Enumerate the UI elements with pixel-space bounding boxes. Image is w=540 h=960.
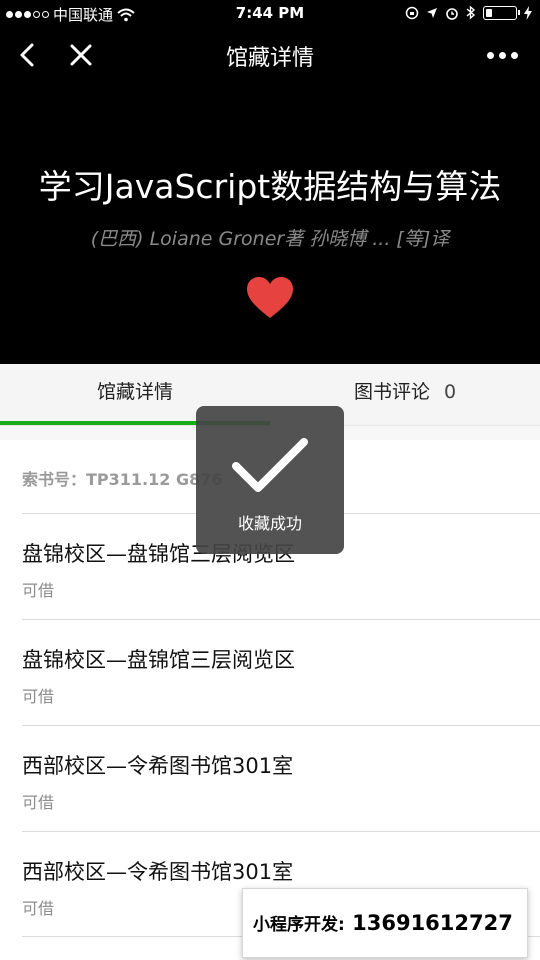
promo-text: 小程序开发: 13691612727 [253,910,513,935]
reviews-count: 0 [443,381,457,403]
checkmark-icon [232,438,308,492]
location-icon [427,7,437,18]
holding-status: 可借 [22,793,55,812]
holding-status: 可借 [22,899,55,918]
success-toast: 收藏成功 [196,406,344,554]
book-authors: (巴西) Loiane Groner著 孙晓博 ... [等]译 [90,228,450,250]
promo-banner: 小程序开发: 13691612727 [242,888,528,958]
promo-label: 小程序开发: [253,915,345,935]
divider [22,725,540,726]
heart-icon[interactable] [246,276,294,320]
tab-reviews-label: 图书评论 [353,381,430,403]
bluetooth-icon [466,5,476,20]
holding-location: 西部校区—令希图书馆301室 [22,754,294,778]
call-number-label: 索书号： [22,470,87,489]
tab-holdings-label: 馆藏详情 [96,381,173,403]
more-icon[interactable] [487,52,518,59]
divider [22,619,540,620]
call-number: 索书号：TP311.12 G876 [22,466,223,490]
battery-icon [483,5,520,20]
orientation-lock-icon [405,6,419,19]
holding-status: 可借 [22,687,55,706]
promo-phone: 13691612727 [352,911,513,935]
toast-message: 收藏成功 [237,514,302,533]
status-bar: 中国联通 7:44 PM [0,0,540,28]
holding-location: 盘锦校区—盘锦馆三层阅览区 [22,648,295,672]
status-right [405,5,532,20]
book-header: 学习JavaScript数据结构与算法 (巴西) Loiane Groner著 … [0,82,540,364]
alarm-icon [446,7,458,20]
page-title: 馆藏详情 [225,46,314,71]
holding-location: 西部校区—令希图书馆301室 [22,860,294,884]
book-title: 学习JavaScript数据结构与算法 [38,167,502,206]
holding-status: 可借 [22,581,55,600]
charging-icon [524,5,532,20]
nav-bar: 馆藏详情 [0,28,540,82]
divider [22,831,540,832]
